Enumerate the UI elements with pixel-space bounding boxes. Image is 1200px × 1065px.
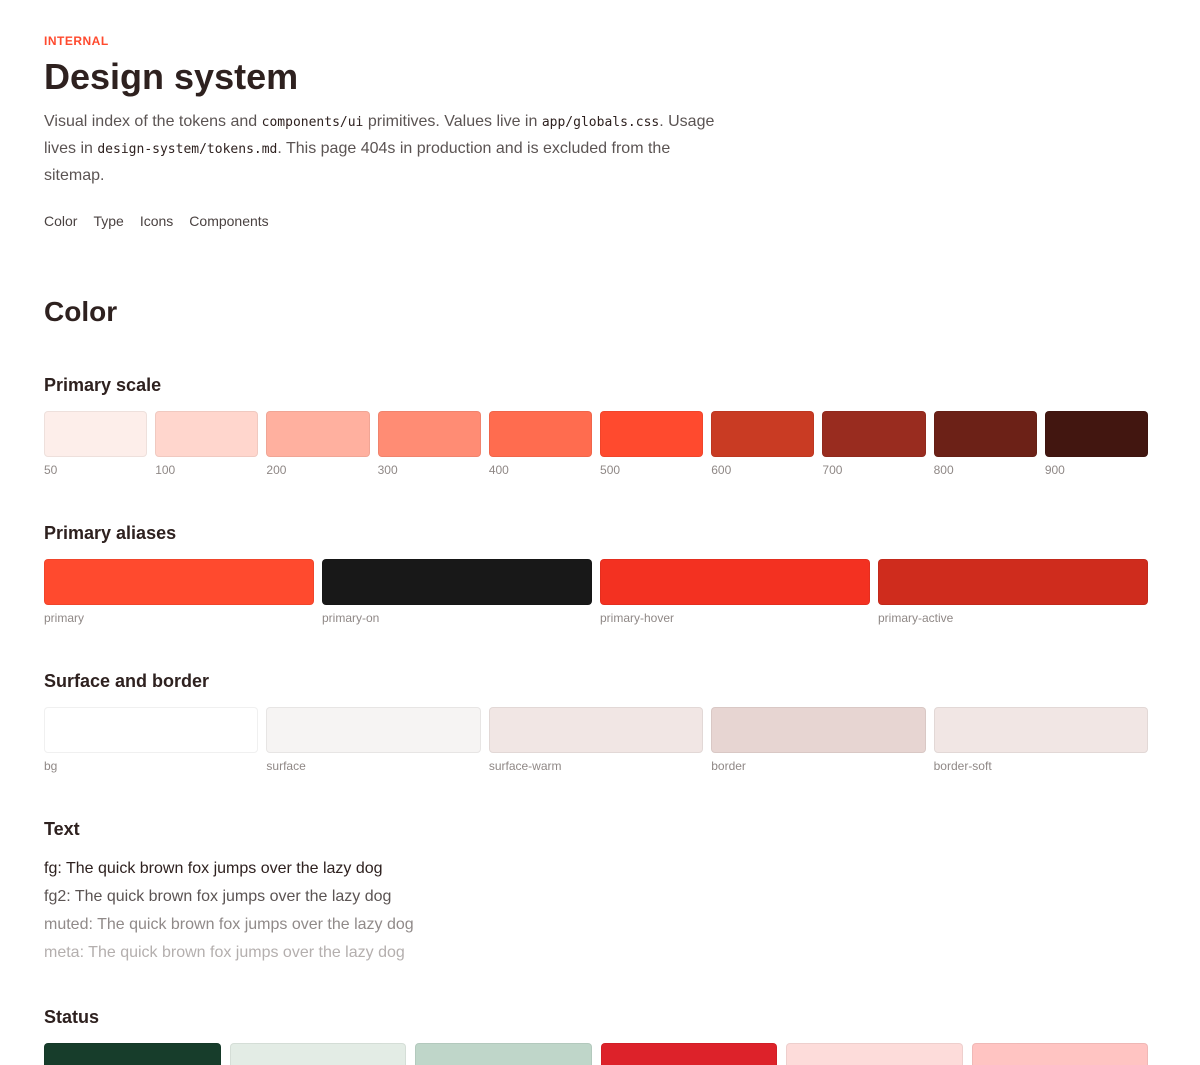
swatch-chip xyxy=(1044,411,1149,457)
swatch-chip xyxy=(600,1043,777,1065)
swatch-label: 700 xyxy=(822,463,843,477)
swatch-label: border xyxy=(711,759,746,773)
swatch-chip xyxy=(44,559,314,605)
color-swatch xyxy=(600,1043,777,1065)
color-swatch: 400 xyxy=(488,411,593,477)
swatch-chip xyxy=(600,559,870,605)
swatch-chip xyxy=(415,1043,592,1065)
swatch-label: border-soft xyxy=(933,759,992,773)
subheading-status: Status xyxy=(44,1007,100,1027)
code-tokens-md: design-system/tokens.md xyxy=(97,142,278,157)
color-swatch: 200 xyxy=(266,411,370,477)
swatch-chip xyxy=(266,411,370,457)
text-color-samples: fg: The quick brown fox jumps over the l… xyxy=(44,855,414,967)
section-heading-color: Color xyxy=(44,296,118,327)
intro-text: Visual index of the tokens and xyxy=(44,113,262,130)
subheading-text: Text xyxy=(44,819,80,839)
primary-scale-swatches: 50 100 200 300 400 500 600 700 800 900 xyxy=(44,411,1149,477)
swatch-chip xyxy=(878,559,1148,605)
nav-link-color[interactable]: Color xyxy=(44,212,77,230)
nav-link-type[interactable]: Type xyxy=(93,212,123,230)
swatch-chip xyxy=(155,411,259,457)
color-swatch xyxy=(44,1043,221,1065)
text-sample: fg2: The quick brown fox jumps over the … xyxy=(44,888,392,905)
nav-link-components[interactable]: Components xyxy=(189,212,268,230)
primary-aliases-swatches: primary primary-on primary-hover primary-ac… xyxy=(44,559,1148,625)
swatch-label: 50 xyxy=(44,463,58,477)
swatch-chip xyxy=(971,1043,1148,1065)
color-swatch: 600 xyxy=(711,411,815,477)
color-swatch: surface-warm xyxy=(488,707,704,773)
page-title: Design system xyxy=(44,56,299,97)
color-swatch: border-soft xyxy=(933,707,1149,773)
swatch-chip xyxy=(711,411,815,457)
swatch-label: primary-active xyxy=(878,611,954,625)
swatch-label: surface-warm xyxy=(488,759,562,773)
swatch-label: 400 xyxy=(488,463,509,477)
swatch-label: 900 xyxy=(1044,463,1065,477)
color-swatch xyxy=(786,1043,963,1065)
code-globals-css: app/globals.css xyxy=(541,115,660,130)
swatch-label: 600 xyxy=(711,463,732,477)
swatch-label: primary-on xyxy=(322,611,380,625)
color-swatch xyxy=(971,1043,1148,1065)
swatch-chip xyxy=(44,1043,221,1065)
color-swatch: border xyxy=(711,707,926,773)
color-swatch: 100 xyxy=(155,411,259,477)
text-sample: fg: The quick brown fox jumps over the l… xyxy=(44,860,383,877)
color-swatch: primary-active xyxy=(878,559,1148,625)
swatch-chip xyxy=(711,707,926,753)
color-swatch: primary xyxy=(44,559,314,625)
intro-text: primitives. Values live in xyxy=(363,113,542,130)
text-sample: muted: The quick brown fox jumps over th… xyxy=(44,916,414,933)
swatch-chip xyxy=(786,1043,963,1065)
swatch-label: 800 xyxy=(933,463,954,477)
color-swatch: 900 xyxy=(1044,411,1149,477)
swatch-label: primary xyxy=(44,611,85,625)
swatch-chip xyxy=(933,707,1149,753)
swatch-chip xyxy=(266,707,481,753)
subheading-primary-aliases: Primary aliases xyxy=(44,523,177,543)
color-swatch: 800 xyxy=(933,411,1037,477)
swatch-chip xyxy=(229,1043,406,1065)
color-swatch: primary-on xyxy=(322,559,592,625)
swatch-chip xyxy=(44,707,259,753)
section-nav: Color Type Icons Components xyxy=(44,212,269,230)
surface-border-swatches: bg surface surface-warm border border-soft xyxy=(44,707,1149,773)
swatch-label: primary-hover xyxy=(600,611,675,625)
intro-paragraph: Visual index of the tokens and component… xyxy=(44,109,724,189)
swatch-chip xyxy=(933,411,1037,457)
swatch-chip xyxy=(377,411,481,457)
status-swatches xyxy=(44,1043,1148,1065)
subheading-primary-scale: Primary scale xyxy=(44,375,162,395)
swatch-chip xyxy=(44,411,148,457)
color-swatch: primary-hover xyxy=(600,559,870,625)
swatch-label: 300 xyxy=(377,463,398,477)
swatch-label: 100 xyxy=(155,463,176,477)
swatch-chip xyxy=(600,411,704,457)
swatch-chip xyxy=(488,707,704,753)
color-swatch: 500 xyxy=(600,411,704,477)
color-swatch xyxy=(415,1043,592,1065)
swatch-chip xyxy=(488,411,593,457)
subheading-surface-border: Surface and border xyxy=(44,671,210,691)
color-swatch: 700 xyxy=(822,411,926,477)
color-swatch: 300 xyxy=(377,411,481,477)
swatch-label: surface xyxy=(266,759,306,773)
text-sample: meta: The quick brown fox jumps over the… xyxy=(44,944,405,961)
color-swatch: surface xyxy=(266,707,481,773)
color-swatch: 50 xyxy=(44,411,148,477)
swatch-label: bg xyxy=(44,759,58,773)
nav-link-icons[interactable]: Icons xyxy=(140,212,173,230)
swatch-label: 200 xyxy=(266,463,287,477)
color-swatch: bg xyxy=(44,707,259,773)
color-swatch xyxy=(229,1043,406,1065)
swatch-label: 500 xyxy=(600,463,621,477)
swatch-chip xyxy=(822,411,926,457)
swatch-chip xyxy=(322,559,592,605)
code-components-ui: components/ui xyxy=(261,115,364,130)
eyebrow-label: INTERNAL xyxy=(44,34,109,48)
